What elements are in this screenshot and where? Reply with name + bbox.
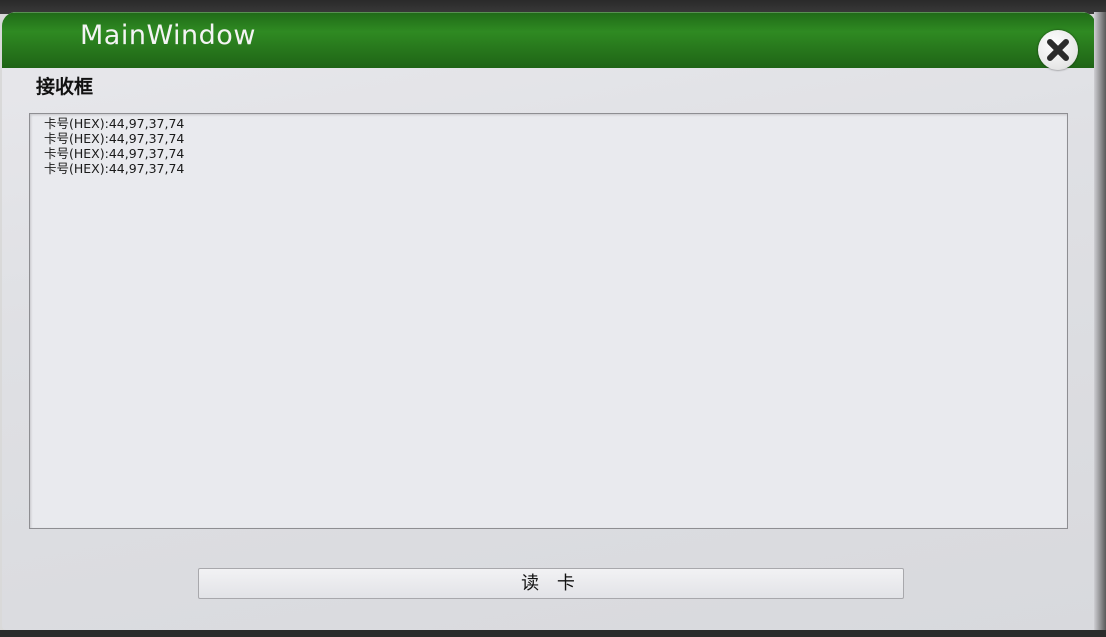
device-screen: MainWindow 接收框 卡号(HEX):44,97,37,74 卡号(HE… bbox=[0, 0, 1106, 637]
window-title: MainWindow bbox=[80, 20, 256, 51]
bezel-bottom bbox=[0, 630, 1106, 637]
receive-lines: 卡号(HEX):44,97,37,74 卡号(HEX):44,97,37,74 … bbox=[30, 114, 1067, 176]
receive-line: 卡号(HEX):44,97,37,74 bbox=[44, 161, 185, 176]
receive-box-label: 接收框 bbox=[36, 76, 94, 98]
receive-line: 卡号(HEX):44,97,37,74 bbox=[44, 146, 185, 161]
receive-line: 卡号(HEX):44,97,37,74 bbox=[44, 116, 185, 131]
close-icon[interactable] bbox=[1038, 30, 1078, 70]
close-x-glyph bbox=[1047, 39, 1069, 61]
read-card-button[interactable]: 读 卡 bbox=[198, 568, 904, 599]
receive-line: 卡号(HEX):44,97,37,74 bbox=[44, 131, 185, 146]
main-window: MainWindow 接收框 卡号(HEX):44,97,37,74 卡号(HE… bbox=[2, 12, 1096, 630]
bezel-edge bbox=[1094, 12, 1106, 630]
title-bar[interactable]: MainWindow bbox=[2, 12, 1096, 70]
receive-text-area[interactable]: 卡号(HEX):44,97,37,74 卡号(HEX):44,97,37,74 … bbox=[29, 113, 1068, 529]
